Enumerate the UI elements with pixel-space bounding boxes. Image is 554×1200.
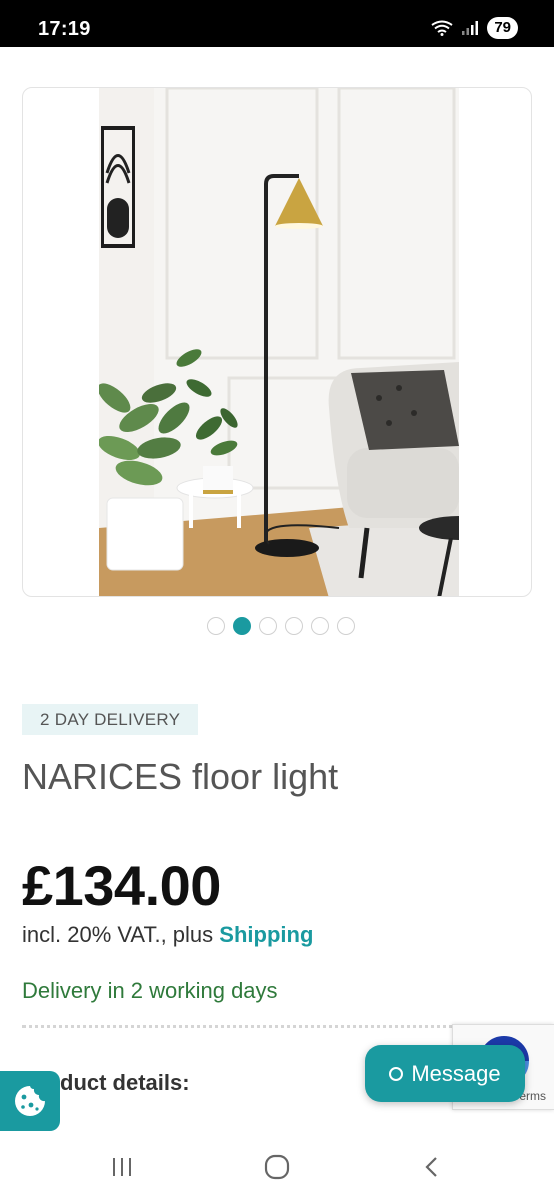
cookie-settings-button[interactable] xyxy=(0,1071,60,1131)
vat-info: incl. 20% VAT., plus Shipping xyxy=(22,922,313,948)
home-button[interactable] xyxy=(257,1149,297,1185)
recent-apps-button[interactable] xyxy=(102,1149,142,1185)
carousel-dot[interactable] xyxy=(337,617,355,635)
delivery-time: Delivery in 2 working days xyxy=(22,978,278,1003)
carousel-dot[interactable] xyxy=(311,617,329,635)
wifi-icon xyxy=(431,20,453,36)
product-price: £134.00 xyxy=(22,854,221,917)
product-image-card[interactable] xyxy=(22,87,532,597)
carousel-dot[interactable] xyxy=(207,617,225,635)
carousel-dots xyxy=(207,617,355,635)
vat-text: incl. 20% VAT., plus xyxy=(22,922,214,947)
status-time: 17:19 xyxy=(38,18,91,40)
delivery-badge: 2 DAY DELIVERY xyxy=(22,704,199,735)
carousel-dot[interactable] xyxy=(285,617,303,635)
product-image xyxy=(99,88,459,596)
carousel-dot-active[interactable] xyxy=(233,617,251,635)
system-nav-bar xyxy=(0,1135,554,1200)
product-details-heading[interactable]: duct details: xyxy=(60,1070,190,1096)
recent-apps-icon xyxy=(113,1158,131,1176)
status-icons: 79 xyxy=(431,17,518,39)
product-title: NARICES floor light xyxy=(22,756,339,797)
status-bar: 17:19 79 xyxy=(0,0,554,47)
home-icon xyxy=(264,1154,290,1180)
carousel-dot[interactable] xyxy=(259,617,277,635)
message-button-label: Message xyxy=(411,1060,501,1086)
signal-icon xyxy=(461,20,479,36)
battery-indicator: 79 xyxy=(487,17,518,39)
back-icon xyxy=(425,1157,437,1177)
message-button[interactable]: Message xyxy=(365,1045,525,1102)
cookie-icon xyxy=(15,1086,45,1116)
message-status-icon xyxy=(389,1066,404,1081)
shipping-link[interactable]: Shipping xyxy=(219,922,313,947)
back-button[interactable] xyxy=(412,1149,452,1185)
